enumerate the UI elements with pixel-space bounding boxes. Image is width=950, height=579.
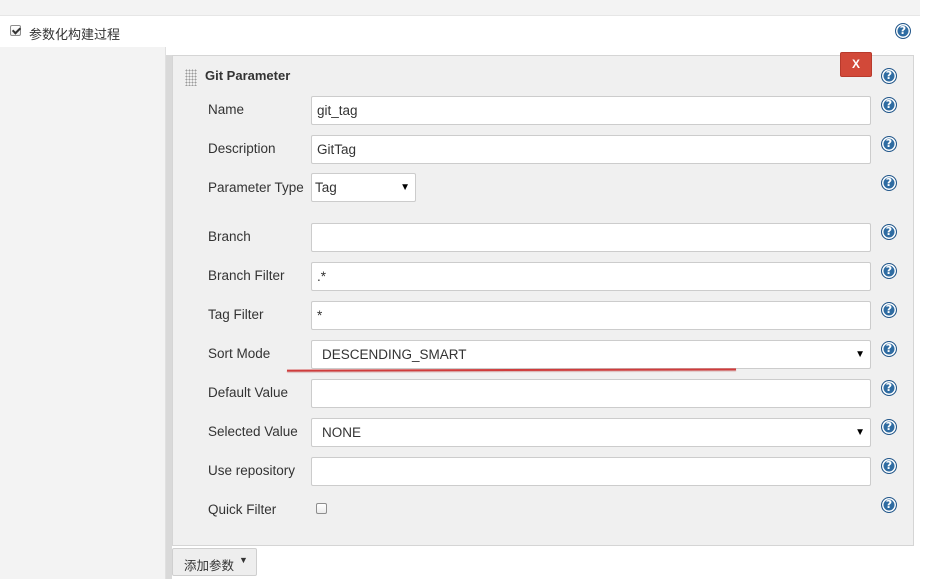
help-icon[interactable]: ? — [881, 302, 897, 318]
left-gutter — [0, 47, 166, 579]
parameterized-build-label: 参数化构建过程 — [29, 27, 121, 42]
branch-label: Branch — [208, 229, 251, 244]
add-parameter-label: 添加参数 — [184, 559, 235, 573]
parameter-type-select[interactable]: Tag ▼ — [311, 173, 416, 202]
tag-filter-label: Tag Filter — [208, 307, 264, 322]
drag-handle-icon[interactable] — [185, 69, 197, 86]
branch-filter-input[interactable]: .* — [311, 262, 871, 291]
help-icon[interactable]: ? — [895, 23, 911, 39]
git-parameter-panel: Git Parameter X ? Name git_tag ? Descrip… — [172, 52, 914, 546]
parameter-type-value: Tag — [315, 180, 337, 195]
help-icon[interactable]: ? — [881, 136, 897, 152]
scrollbar-track — [930, 0, 950, 579]
help-icon[interactable]: ? — [881, 175, 897, 191]
sort-mode-select[interactable]: DESCENDING_SMART ▼ — [311, 340, 871, 369]
parameterized-build-row: 参数化构建过程 ? — [0, 17, 920, 47]
chevron-down-icon: ▼ — [855, 427, 865, 438]
selected-value-value: NONE — [322, 425, 362, 440]
help-icon[interactable]: ? — [881, 341, 897, 357]
name-input[interactable]: git_tag — [311, 96, 871, 125]
chevron-down-icon: ▼ — [400, 182, 410, 193]
help-icon[interactable]: ? — [881, 380, 897, 396]
delete-parameter-button[interactable]: X — [840, 52, 872, 77]
branch-input[interactable] — [311, 223, 871, 252]
branch-filter-label: Branch Filter — [208, 268, 285, 283]
name-label: Name — [208, 102, 245, 117]
description-label: Description — [208, 141, 276, 156]
help-icon[interactable]: ? — [881, 458, 897, 474]
quick-filter-checkbox[interactable] — [316, 503, 327, 514]
help-icon[interactable]: ? — [881, 419, 897, 435]
add-parameter-button[interactable]: 添加参数 ▼ — [172, 548, 257, 576]
use-repository-label: Use repository — [208, 463, 296, 478]
parameter-title: Git Parameter — [205, 68, 291, 83]
help-icon[interactable]: ? — [881, 263, 897, 279]
description-input[interactable]: GitTag — [311, 135, 871, 164]
default-value-label: Default Value — [208, 385, 289, 400]
sort-mode-label: Sort Mode — [208, 346, 271, 361]
sort-mode-value: DESCENDING_SMART — [322, 347, 467, 362]
help-icon[interactable]: ? — [881, 68, 897, 84]
chevron-down-icon: ▼ — [239, 555, 248, 565]
quick-filter-label: Quick Filter — [208, 502, 277, 517]
default-value-input[interactable] — [311, 379, 871, 408]
top-strip — [0, 0, 920, 16]
parameterized-build-checkbox[interactable] — [10, 25, 21, 36]
selected-value-select[interactable]: NONE ▼ — [311, 418, 871, 447]
help-icon[interactable]: ? — [881, 497, 897, 513]
use-repository-input[interactable] — [311, 457, 871, 486]
chevron-down-icon: ▼ — [855, 349, 865, 360]
parameter-type-label: Parameter Type — [208, 180, 304, 195]
help-icon[interactable]: ? — [881, 97, 897, 113]
selected-value-label: Selected Value — [208, 424, 298, 439]
help-icon[interactable]: ? — [881, 224, 897, 240]
tag-filter-input[interactable]: * — [311, 301, 871, 330]
